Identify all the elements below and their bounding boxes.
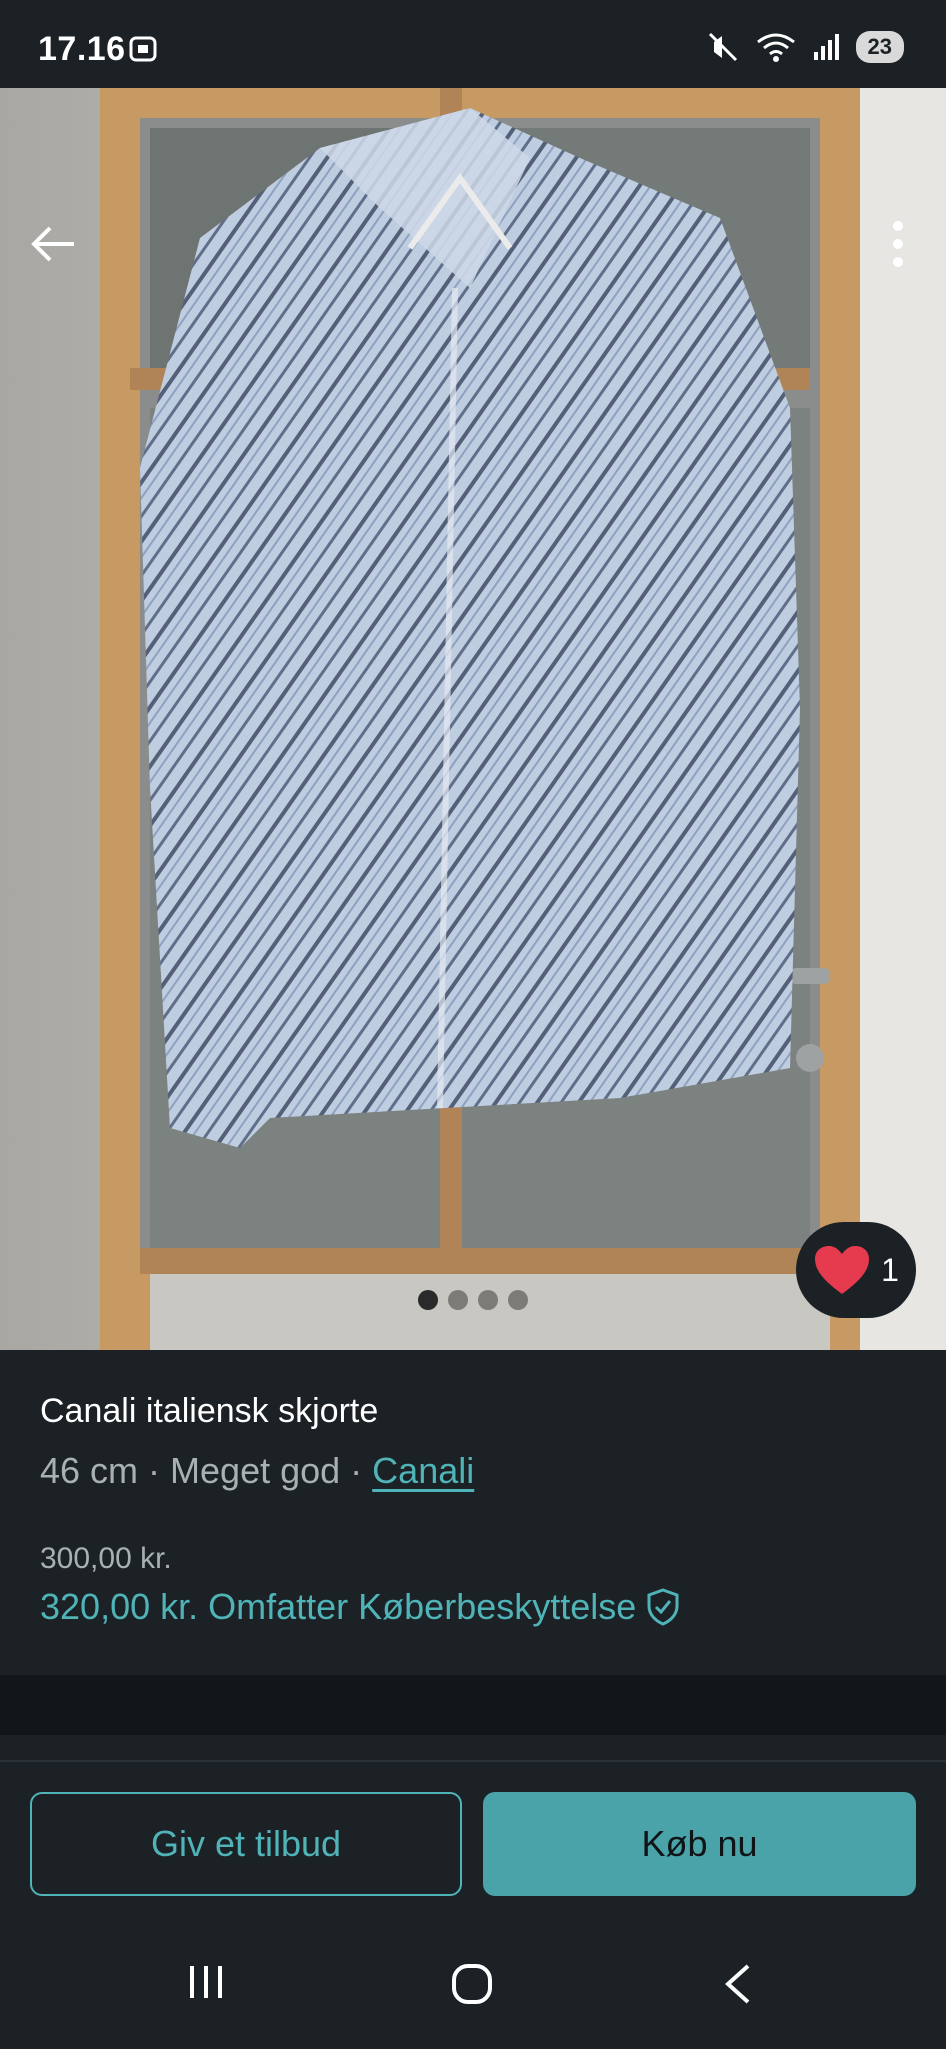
protected-price: 320,00 kr.	[40, 1586, 199, 1627]
item-title: Canali italiensk skjorte	[40, 1392, 379, 1430]
brand-link[interactable]: Canali	[372, 1450, 474, 1491]
mute-icon	[708, 32, 737, 62]
meta-separator: ·	[138, 1450, 171, 1491]
system-back-icon[interactable]	[722, 1962, 754, 2006]
product-photo[interactable]	[0, 88, 946, 1350]
item-details: Canali italiensk skjorte 46 cm · Meget g…	[0, 1350, 946, 1675]
system-nav-bar	[0, 1922, 946, 2049]
meta-separator: ·	[340, 1450, 373, 1491]
item-condition: Meget god	[170, 1450, 341, 1491]
carousel-dot	[418, 1290, 438, 1310]
item-price: 300,00 kr.	[40, 1542, 172, 1575]
status-time: 17.16	[38, 30, 126, 68]
screenshot-icon	[129, 36, 157, 62]
wifi-icon	[756, 33, 795, 62]
status-bar: 17.16 23	[0, 0, 946, 88]
action-bar: Giv et tilbud Køb nu	[0, 1762, 946, 1922]
more-options-icon[interactable]	[878, 214, 918, 274]
favorite-button[interactable]: 1	[796, 1222, 916, 1318]
buyer-protection-price[interactable]: 320,00 kr. Omfatter Køberbeskyttelse	[40, 1586, 680, 1628]
shirt-photo-image	[0, 88, 946, 1350]
carousel-dot	[478, 1290, 498, 1310]
shield-check-icon	[647, 1588, 679, 1626]
carousel-dot	[448, 1290, 468, 1310]
item-meta: 46 cm · Meget god · Canali	[40, 1450, 474, 1492]
favorite-count: 1	[881, 1251, 899, 1288]
recent-apps-icon[interactable]	[186, 1962, 226, 2002]
home-icon[interactable]	[450, 1962, 494, 2006]
buy-now-button[interactable]: Køb nu	[483, 1792, 916, 1896]
protection-label: Omfatter Køberbeskyttelse	[208, 1586, 637, 1627]
heart-icon	[815, 1246, 870, 1294]
carousel-dot	[508, 1290, 528, 1310]
battery-indicator: 23	[855, 31, 904, 63]
signal-icon	[813, 34, 839, 60]
make-offer-button[interactable]: Giv et tilbud	[30, 1792, 462, 1896]
section-separator	[0, 1675, 946, 1735]
back-arrow-icon[interactable]	[28, 218, 80, 270]
item-size: 46 cm	[40, 1450, 139, 1491]
